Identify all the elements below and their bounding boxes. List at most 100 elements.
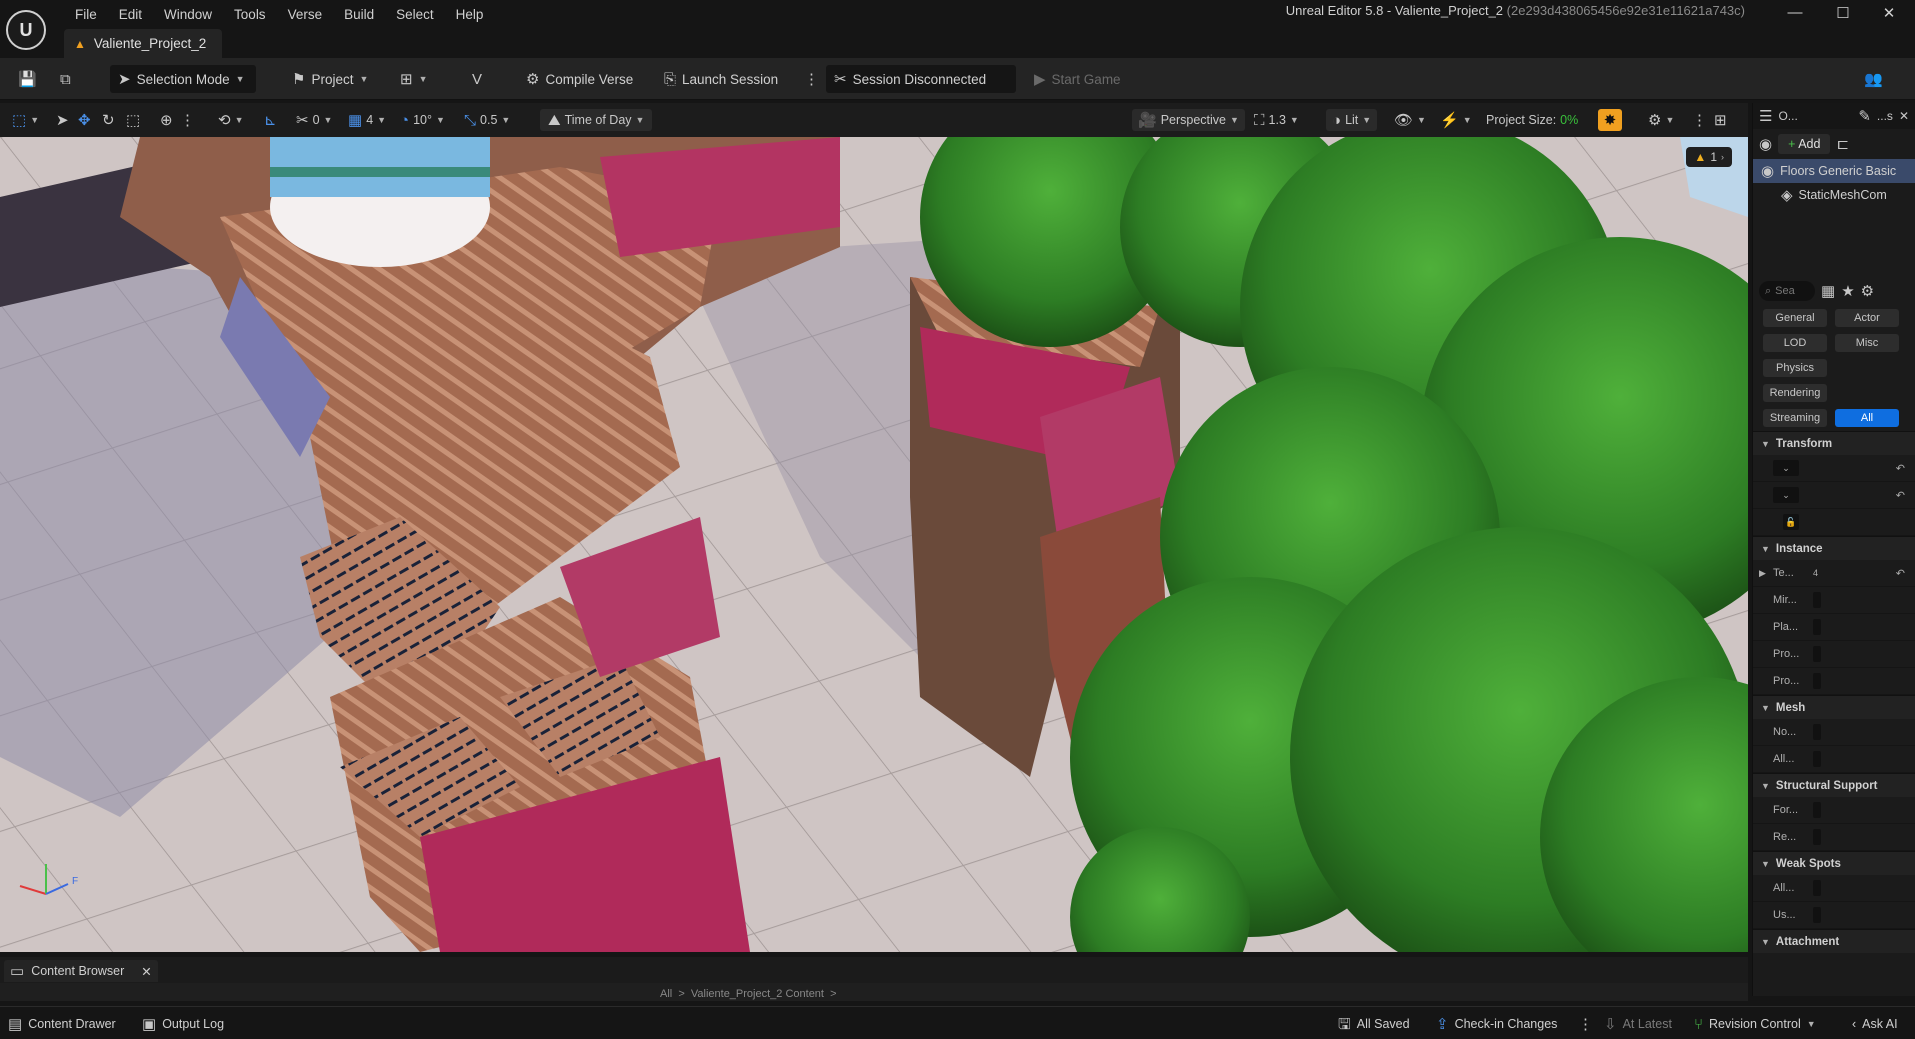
menu-help[interactable]: Help bbox=[445, 5, 495, 24]
menu-edit[interactable]: Edit bbox=[108, 5, 153, 24]
realtime-dropdown[interactable]: ⚡ ▼ bbox=[1440, 109, 1472, 131]
reset-icon[interactable]: ↶ bbox=[1896, 489, 1905, 502]
close-icon[interactable]: ✕ bbox=[1869, 4, 1909, 26]
transform-mode-dropdown[interactable]: ⬚ ▼ bbox=[12, 109, 39, 131]
users-icon[interactable]: 👥 bbox=[1856, 65, 1891, 93]
blueprint-icon[interactable]: ⊏ bbox=[1836, 137, 1849, 152]
lock-icon[interactable]: 🔓 bbox=[1783, 514, 1799, 530]
maximize-icon[interactable]: ☐ bbox=[1823, 4, 1863, 26]
prop-value[interactable] bbox=[1813, 880, 1821, 896]
compile-verse-button[interactable]: ⚙ Compile Verse bbox=[518, 65, 641, 93]
rotate-tool-icon[interactable]: ↻ bbox=[102, 109, 115, 131]
close-icon[interactable]: ✕ bbox=[141, 964, 151, 979]
menu-tools[interactable]: Tools bbox=[223, 5, 277, 24]
section-transform[interactable]: ▼ Transform bbox=[1753, 431, 1915, 455]
viewport-options-icon[interactable]: ⋮ bbox=[1692, 109, 1707, 131]
prop-value[interactable] bbox=[1813, 802, 1821, 818]
prop-value[interactable] bbox=[1813, 724, 1821, 740]
reset-icon[interactable]: ↶ bbox=[1896, 462, 1905, 475]
world-space-icon[interactable]: ⊕ bbox=[160, 109, 173, 131]
rotation-dropdown[interactable]: ⌄ bbox=[1773, 487, 1799, 503]
all-saved-button[interactable]: 🖫 All Saved bbox=[1338, 1015, 1410, 1033]
show-flags-dropdown[interactable]: 👁 ▼ bbox=[1394, 109, 1426, 131]
save-icon[interactable]: 💾 bbox=[10, 65, 45, 93]
prop-value[interactable] bbox=[1813, 592, 1821, 608]
details-search-input[interactable]: ⌕ Sea bbox=[1759, 281, 1815, 301]
menu-verse[interactable]: Verse bbox=[277, 5, 334, 24]
grid-snap-dropdown[interactable]: ▦ 4 ▼ bbox=[348, 109, 386, 131]
close-icon[interactable]: ✕ bbox=[1899, 109, 1909, 123]
performance-icon[interactable]: ✸ bbox=[1598, 109, 1622, 131]
filter-streaming[interactable]: Streaming bbox=[1763, 409, 1827, 427]
menu-build[interactable]: Build bbox=[333, 5, 385, 24]
reset-icon[interactable]: ↶ bbox=[1896, 567, 1905, 580]
prop-value[interactable]: 4 bbox=[1813, 568, 1818, 578]
scale-tool-icon[interactable]: ⬚ bbox=[126, 109, 140, 131]
location-dropdown[interactable]: ⌄ bbox=[1773, 460, 1799, 476]
filter-actor[interactable]: Actor bbox=[1835, 309, 1899, 327]
menu-select[interactable]: Select bbox=[385, 5, 445, 24]
section-structural-support[interactable]: ▼ Structural Support bbox=[1753, 773, 1915, 797]
gear-icon[interactable]: ⚙ bbox=[1861, 284, 1874, 299]
filter-all[interactable]: All bbox=[1835, 409, 1899, 427]
start-game-button[interactable]: ▶ Start Game bbox=[1026, 65, 1129, 93]
filter-misc[interactable]: Misc bbox=[1835, 334, 1899, 352]
project-tab[interactable]: ▲ Valiente_Project_2 bbox=[64, 29, 223, 58]
minimize-icon[interactable]: — bbox=[1775, 4, 1815, 26]
snap-toggle-icon[interactable]: ⊾ bbox=[264, 109, 277, 131]
content-browser-path[interactable]: All > Valiente_Project_2 Content > bbox=[660, 988, 837, 1000]
select-tool-icon[interactable]: ➤ bbox=[56, 109, 69, 131]
camera-speed-dropdown[interactable]: ⛶ 1.3 ▼ bbox=[1254, 109, 1299, 131]
section-mesh[interactable]: ▼ Mesh bbox=[1753, 695, 1915, 719]
scale-snap-dropdown[interactable]: ⤡ 0.5 ▼ bbox=[464, 109, 510, 131]
output-log-button[interactable]: ▣ Output Log bbox=[142, 1015, 224, 1033]
tab-details[interactable]: ...s bbox=[1877, 109, 1893, 123]
verse-icon[interactable]: V bbox=[464, 65, 490, 93]
filter-physics[interactable]: Physics bbox=[1763, 359, 1827, 377]
actor-icon[interactable]: ◉ bbox=[1759, 137, 1772, 152]
prop-value[interactable] bbox=[1813, 673, 1821, 689]
prop-value[interactable] bbox=[1813, 751, 1821, 767]
layout-icon[interactable]: ⊞ bbox=[1714, 109, 1727, 131]
menu-window[interactable]: Window bbox=[153, 5, 223, 24]
launch-session-button[interactable]: ⎘ Launch Session bbox=[656, 65, 786, 93]
outliner-item-floors-generic-basic[interactable]: ◉ Floors Generic Basic bbox=[1753, 159, 1915, 183]
view-mode-dropdown[interactable]: ◑ Lit ▼ bbox=[1326, 109, 1378, 131]
session-status[interactable]: ✂ Session Disconnected bbox=[826, 65, 1016, 93]
angle-snap-dropdown[interactable]: ◔ 10° ▼ bbox=[400, 109, 445, 131]
table-view-icon[interactable]: ▦ bbox=[1821, 284, 1835, 299]
check-in-button[interactable]: ⇪ Check-in Changes bbox=[1436, 1015, 1557, 1033]
more-icon[interactable]: ⋮ bbox=[180, 109, 195, 131]
add-button[interactable]: + Add bbox=[1778, 134, 1831, 154]
favorite-icon[interactable]: ★ bbox=[1841, 284, 1854, 299]
selection-mode-dropdown[interactable]: ➤ Selection Mode ▼ bbox=[110, 65, 256, 93]
surface-snap-dropdown[interactable]: ⟲ ▼ bbox=[218, 109, 244, 131]
section-instance[interactable]: ▼ Instance bbox=[1753, 536, 1915, 560]
prop-value[interactable] bbox=[1813, 907, 1821, 923]
move-tool-icon[interactable]: ✥ bbox=[78, 109, 91, 131]
ask-ai-button[interactable]: ‹ Ask AI bbox=[1852, 1015, 1898, 1033]
content-browser-tab[interactable]: ▭ Content Browser ✕ bbox=[4, 960, 158, 982]
time-of-day-dropdown[interactable]: ⛰ Time of Day ▼ bbox=[540, 109, 653, 131]
filter-rendering[interactable]: Rendering bbox=[1763, 384, 1827, 402]
outliner-item-staticmeshcomponent[interactable]: ◈ StaticMeshCom bbox=[1753, 183, 1915, 207]
prop-value[interactable] bbox=[1813, 829, 1821, 845]
at-latest-button[interactable]: ⇩ At Latest bbox=[1604, 1015, 1672, 1033]
prop-value[interactable] bbox=[1813, 646, 1821, 662]
settings-dropdown[interactable]: ⚙ ▼ bbox=[1648, 109, 1674, 131]
perspective-dropdown[interactable]: 🎥 Perspective ▼ bbox=[1132, 109, 1245, 131]
browse-icon[interactable]: ⧉ bbox=[52, 65, 79, 93]
section-weak-spots[interactable]: ▼ Weak Spots bbox=[1753, 851, 1915, 875]
warning-indicator[interactable]: ▲ 1 › bbox=[1686, 147, 1732, 167]
content-drawer-button[interactable]: ▤ Content Drawer bbox=[8, 1015, 116, 1033]
section-attachment[interactable]: ▼ Attachment bbox=[1753, 929, 1915, 953]
prop-value[interactable] bbox=[1813, 619, 1821, 635]
revision-control-dropdown[interactable]: ⑂ Revision Control ▼ bbox=[1694, 1015, 1816, 1033]
more-options-icon[interactable]: ⋮ bbox=[796, 65, 827, 93]
rotation-snap-dropdown[interactable]: ✂ 0 ▼ bbox=[296, 109, 332, 131]
add-content-dropdown[interactable]: ⊞ ▼ bbox=[392, 65, 436, 93]
filter-general[interactable]: General bbox=[1763, 309, 1827, 327]
tab-outliner[interactable]: O... bbox=[1778, 109, 1797, 123]
more-options-icon[interactable]: ⋮ bbox=[1578, 1015, 1593, 1033]
menu-file[interactable]: File bbox=[64, 5, 108, 24]
